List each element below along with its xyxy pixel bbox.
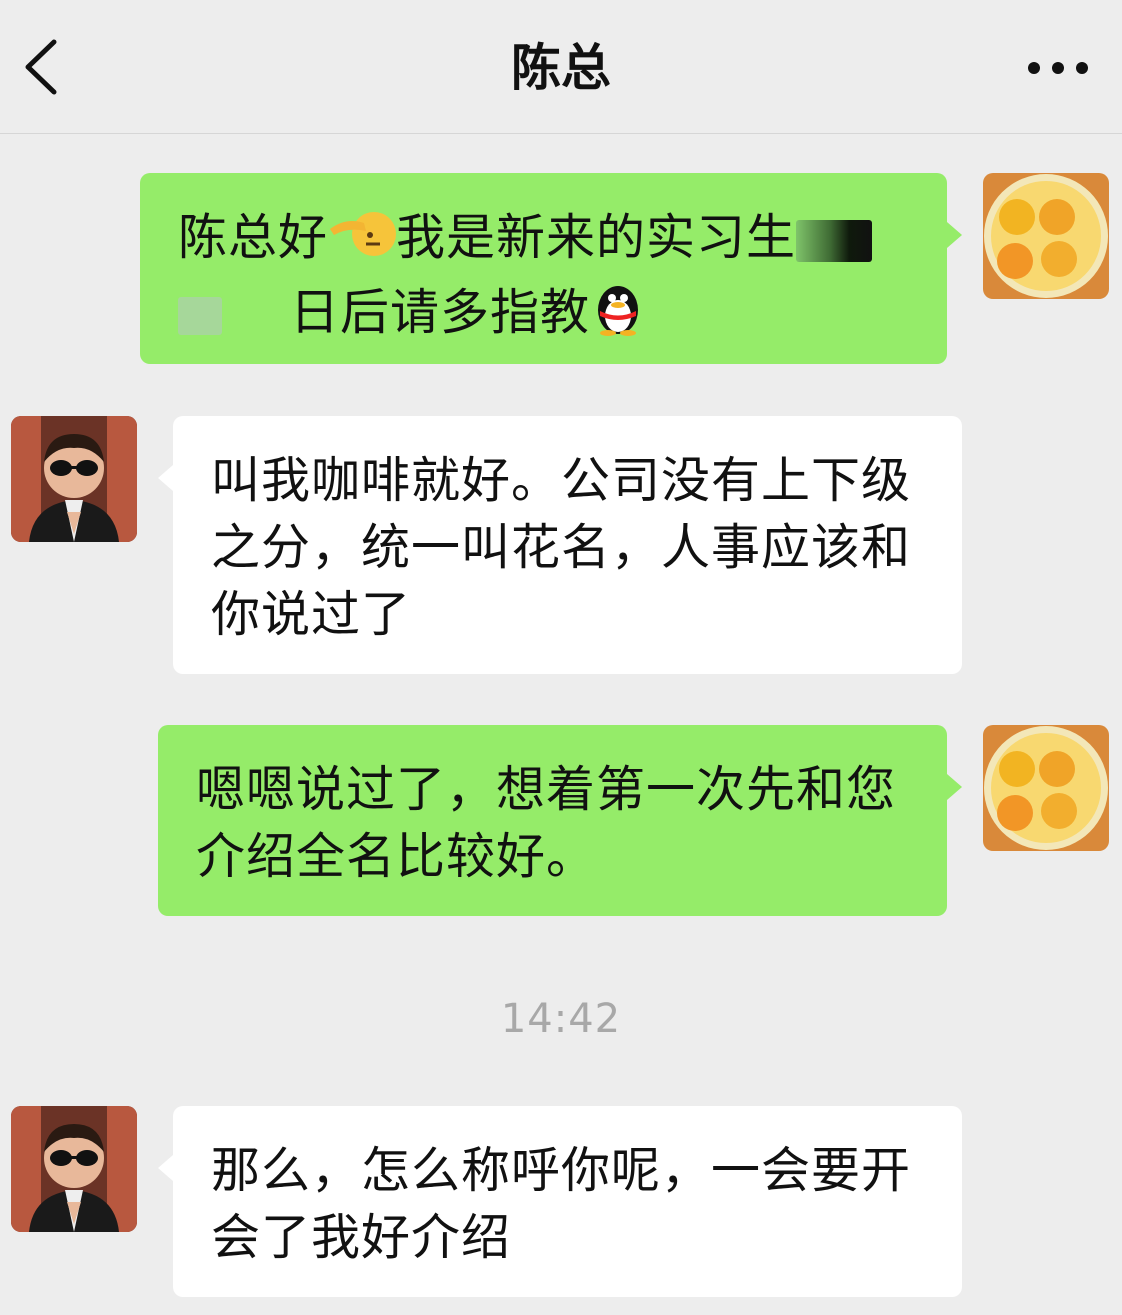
message-text: 日后请多指教 — [290, 284, 591, 341]
timestamp: 14:42 — [500, 996, 622, 1042]
boy-in-suit-image — [11, 1106, 137, 1232]
message-text: 嗯嗯说过了，想着第一次先和您介绍全名比较好。 — [196, 761, 897, 885]
egg-yolks-image — [983, 725, 1109, 851]
chat-title: 陈总 — [511, 39, 611, 97]
more-button[interactable] — [1022, 54, 1094, 82]
chen-avatar[interactable] — [11, 416, 137, 542]
redacted-name-blur — [796, 219, 873, 262]
back-button[interactable] — [18, 36, 68, 98]
saluting-face-emoji — [328, 203, 397, 278]
qq-penguin-emoji — [590, 278, 646, 353]
message-bubble-3[interactable]: 嗯嗯说过了，想着第一次先和您介绍全名比较好。 — [158, 725, 947, 916]
message-bubble-4[interactable]: 那么，怎么称呼你呢，一会要开会了我好介绍 — [173, 1106, 962, 1297]
message-bubble-1[interactable]: 陈总好 我是新来的实习生 日后请多指教 — [140, 173, 947, 364]
more-dots-icon — [1028, 62, 1088, 74]
message-text: 我是新来的实习生 — [396, 209, 797, 266]
my-avatar[interactable] — [983, 725, 1109, 851]
egg-yolks-image — [983, 173, 1109, 299]
message-bubble-2[interactable]: 叫我咖啡就好。公司没有上下级之分，统一叫花名，人事应该和你说过了 — [173, 416, 962, 674]
message-text: 那么，怎么称呼你呢，一会要开会了我好介绍 — [211, 1142, 912, 1266]
bubble-tail — [947, 222, 962, 248]
my-avatar[interactable] — [983, 173, 1109, 299]
bubble-tail — [947, 774, 962, 800]
redacted-name-blur — [178, 296, 222, 335]
chat-header: 陈总 — [0, 0, 1122, 134]
chen-avatar[interactable] — [11, 1106, 137, 1232]
message-text: 叫我咖啡就好。公司没有上下级之分，统一叫花名，人事应该和你说过了 — [211, 452, 912, 643]
bubble-tail — [158, 465, 173, 491]
message-text: 陈总好 — [178, 209, 329, 266]
boy-in-suit-image — [11, 416, 137, 542]
chevron-left-icon — [25, 39, 57, 95]
bubble-tail — [158, 1155, 173, 1181]
